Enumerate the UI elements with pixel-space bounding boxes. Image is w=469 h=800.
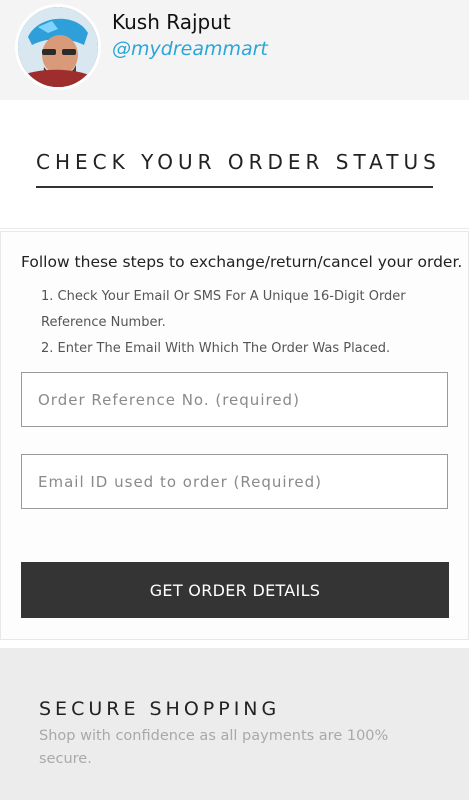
title-section: CHECK YOUR ORDER STATUS xyxy=(0,100,469,229)
email-field xyxy=(21,454,448,509)
secure-shopping-section: SECURE SHOPPING Shop with confidence as … xyxy=(0,648,469,800)
order-reference-input[interactable] xyxy=(22,373,447,426)
get-order-details-button[interactable]: GET ORDER DETAILS xyxy=(21,562,449,618)
order-status-form: Follow these steps to exchange/return/ca… xyxy=(0,231,469,640)
profile-name: Kush Rajput xyxy=(112,10,231,34)
steps-list: 1. Check Your Email Or SMS For A Unique … xyxy=(41,284,421,362)
step-item: 1. Check Your Email Or SMS For A Unique … xyxy=(41,289,406,330)
secure-shopping-text: Shop with confidence as all payments are… xyxy=(39,728,389,767)
avatar-photo-icon xyxy=(18,7,98,87)
order-reference-field xyxy=(21,372,448,427)
profile-handle[interactable]: @mydreammart xyxy=(112,38,268,60)
secure-shopping-title: SECURE SHOPPING xyxy=(39,698,281,720)
email-input[interactable] xyxy=(22,455,447,508)
instructions-heading: Follow these steps to exchange/return/ca… xyxy=(21,253,463,271)
avatar[interactable] xyxy=(18,7,98,87)
title-underline xyxy=(36,186,433,188)
page-title: CHECK YOUR ORDER STATUS xyxy=(36,150,441,174)
profile-header: Kush Rajput @mydreammart xyxy=(0,0,469,100)
step-item: 2. Enter The Email With Which The Order … xyxy=(41,341,391,356)
